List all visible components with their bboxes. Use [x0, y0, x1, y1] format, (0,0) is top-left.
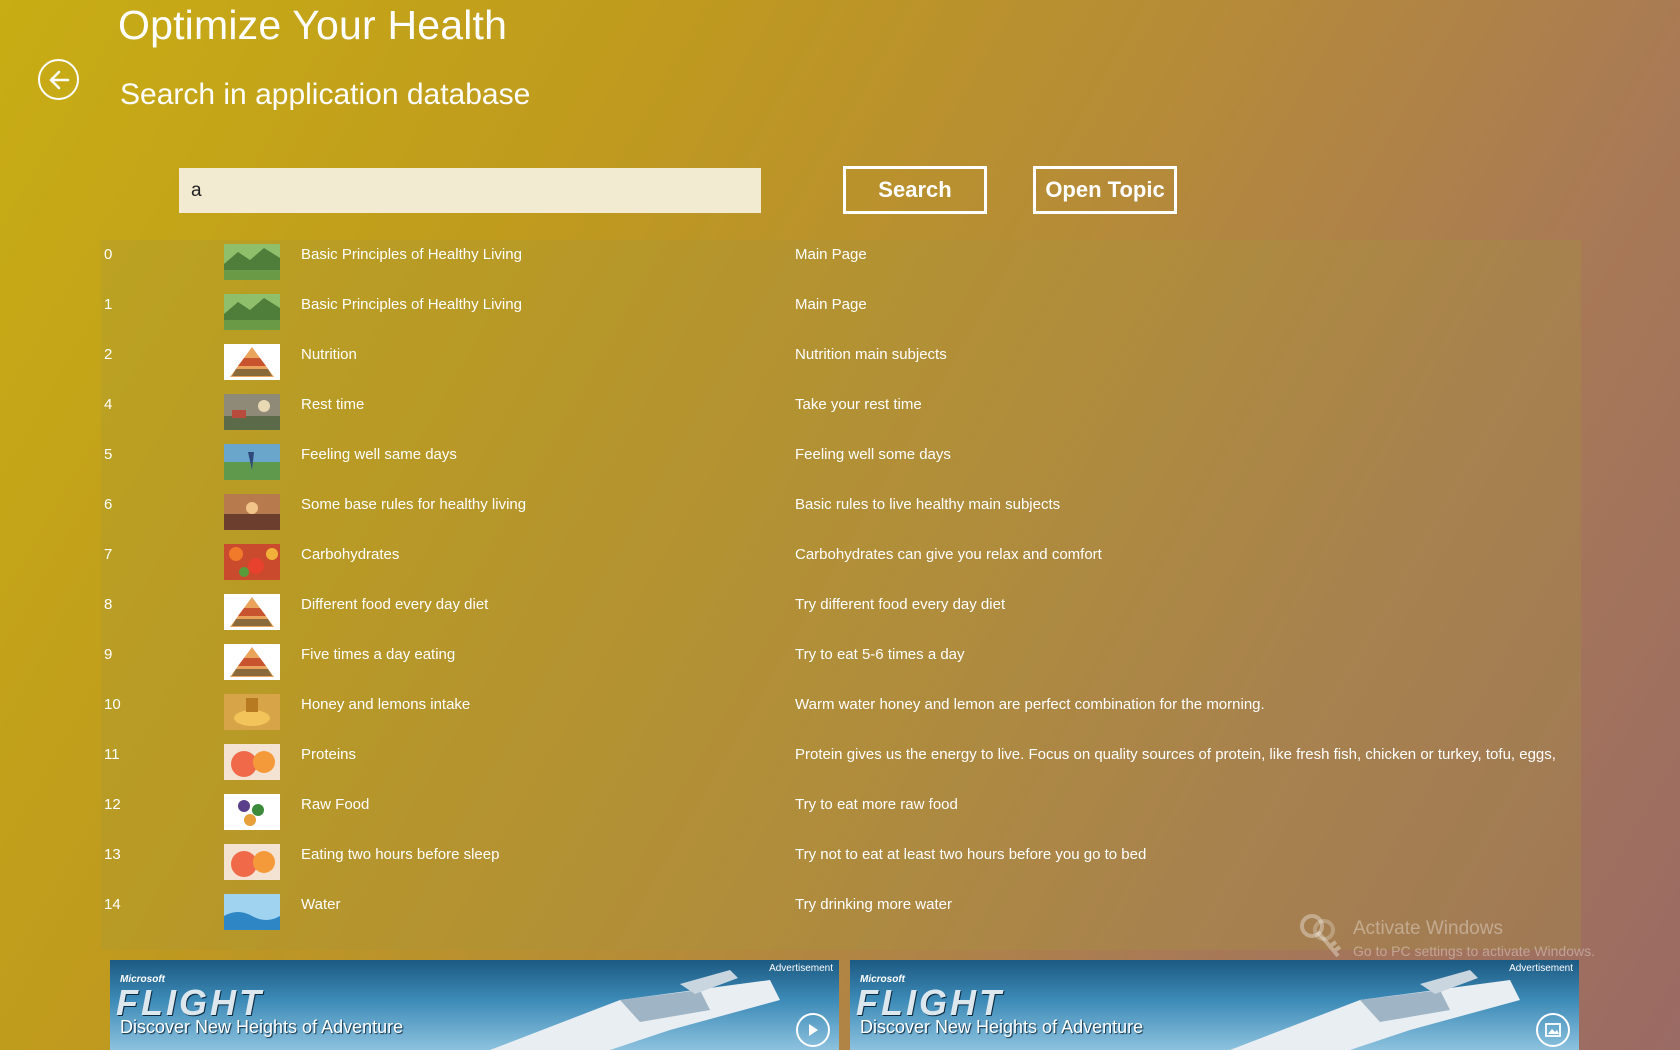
results-list[interactable]: 0 Basic Principles of Healthy Living Main …	[101, 240, 1581, 950]
result-description: Take your rest time	[795, 396, 922, 413]
result-thumbnail	[224, 794, 280, 830]
result-title: Five times a day eating	[301, 646, 456, 663]
result-thumbnail	[224, 444, 280, 480]
ad-label: Advertisement	[769, 963, 833, 974]
result-description: Main Page	[795, 246, 867, 263]
result-thumbnail	[224, 644, 280, 680]
result-row[interactable]: 12 Raw Food Try to eat more raw food	[101, 790, 1581, 840]
result-id: 1	[104, 296, 113, 313]
result-row[interactable]: 5 Feeling well same days Feeling well some…	[101, 440, 1581, 490]
result-title: Feeling well same days	[301, 446, 457, 463]
result-id: 6	[104, 496, 113, 513]
play-icon[interactable]	[796, 1013, 830, 1047]
result-thumbnail	[224, 694, 280, 730]
ad-tagline: Discover New Heights of Adventure	[860, 1017, 1144, 1037]
result-thumbnail	[224, 244, 280, 280]
result-description: Protein gives us the energy to live. Foc…	[795, 746, 1561, 763]
key-icon	[1300, 914, 1342, 958]
search-input[interactable]	[179, 168, 761, 213]
result-title: Rest time	[301, 396, 365, 413]
watermark-subtitle: Go to PC settings to activate Windows.	[1353, 943, 1595, 959]
result-id: 0	[104, 246, 113, 263]
result-thumbnail	[224, 344, 280, 380]
result-title: Different food every day diet	[301, 596, 489, 613]
result-row[interactable]: 2 Nutrition Nutrition main subjects	[101, 340, 1581, 390]
result-description: Carbohydrates can give you relax and com…	[795, 546, 1102, 563]
advertisement-banner-right[interactable]: Microsoft FLIGHT Discover New Heights of…	[850, 960, 1579, 1050]
result-description: Try to eat more raw food	[795, 796, 958, 813]
result-title: Basic Principles of Healthy Living	[301, 296, 522, 313]
airplane-icon	[1230, 970, 1520, 1050]
result-id: 12	[104, 796, 121, 813]
result-title: Honey and lemons intake	[301, 696, 471, 713]
advertisement-banner-left[interactable]: Microsoft FLIGHT Discover New Heights of…	[110, 960, 839, 1050]
result-id: 11	[104, 746, 120, 763]
back-button[interactable]	[38, 59, 79, 100]
back-arrow-icon	[49, 70, 69, 89]
result-row[interactable]: 9 Five times a day eating Try to eat 5-6 t…	[101, 640, 1581, 690]
result-title: Nutrition	[301, 346, 357, 363]
gallery-icon[interactable]	[1536, 1013, 1570, 1047]
result-id: 8	[104, 596, 113, 613]
result-description: Nutrition main subjects	[795, 346, 947, 363]
result-id: 9	[104, 646, 113, 663]
ad-tagline: Discover New Heights of Adventure	[120, 1017, 404, 1037]
result-id: 4	[104, 396, 113, 413]
search-button[interactable]: Search	[843, 166, 987, 214]
result-id: 5	[104, 446, 113, 463]
result-title: Eating two hours before sleep	[301, 846, 500, 863]
result-row[interactable]: 0 Basic Principles of Healthy Living Main …	[101, 240, 1581, 290]
result-title: Proteins	[301, 746, 357, 763]
result-thumbnail	[224, 894, 280, 930]
result-row[interactable]: 7 Carbohydrates Carbohydrates can give you…	[101, 540, 1581, 590]
result-id: 14	[104, 896, 121, 913]
watermark-title: Activate Windows	[1353, 918, 1503, 939]
result-id: 7	[104, 546, 113, 563]
result-thumbnail	[224, 494, 280, 530]
ad-label: Advertisement	[1509, 963, 1573, 974]
result-title: Water	[301, 896, 341, 913]
result-description: Warm water honey and lemon are perfect c…	[795, 696, 1265, 713]
result-description: Main Page	[795, 296, 867, 313]
result-thumbnail	[224, 394, 280, 430]
page-subtitle: Search in application database	[120, 78, 531, 111]
result-thumbnail	[224, 744, 280, 780]
result-id: 10	[104, 696, 121, 713]
result-description: Basic rules to live healthy main subject…	[795, 496, 1061, 513]
result-row[interactable]: 10 Honey and lemons intake Warm water hone…	[101, 690, 1581, 740]
result-id: 13	[104, 846, 121, 863]
airplane-icon	[490, 970, 780, 1050]
result-description: Try drinking more water	[795, 896, 952, 913]
result-row[interactable]: 8 Different food every day diet Try differ…	[101, 590, 1581, 640]
result-row[interactable]: 4 Rest time Take your rest time	[101, 390, 1581, 440]
result-description: Feeling well some days	[795, 446, 951, 463]
result-description: Try not to eat at least two hours before…	[795, 846, 1147, 863]
result-row[interactable]: 6 Some base rules for healthy living Basic…	[101, 490, 1581, 540]
result-title: Basic Principles of Healthy Living	[301, 246, 522, 263]
open-topic-button[interactable]: Open Topic	[1033, 166, 1177, 214]
result-description: Try different food every day diet	[795, 596, 1006, 613]
result-thumbnail	[224, 294, 280, 330]
result-title: Raw Food	[301, 796, 370, 813]
result-thumbnail	[224, 594, 280, 630]
result-row[interactable]: 13 Eating two hours before sleep Try not t…	[101, 840, 1581, 890]
result-title: Some base rules for healthy living	[301, 496, 527, 513]
result-title: Carbohydrates	[301, 546, 400, 563]
result-row[interactable]: 1 Basic Principles of Healthy Living Main …	[101, 290, 1581, 340]
result-description: Try to eat 5-6 times a day	[795, 646, 965, 663]
result-thumbnail	[224, 544, 280, 580]
app-title: Optimize Your Health	[118, 2, 508, 48]
result-row[interactable]: 11 Proteins Protein gives us the energy to…	[101, 740, 1581, 790]
result-thumbnail	[224, 844, 280, 880]
result-id: 2	[104, 346, 113, 363]
